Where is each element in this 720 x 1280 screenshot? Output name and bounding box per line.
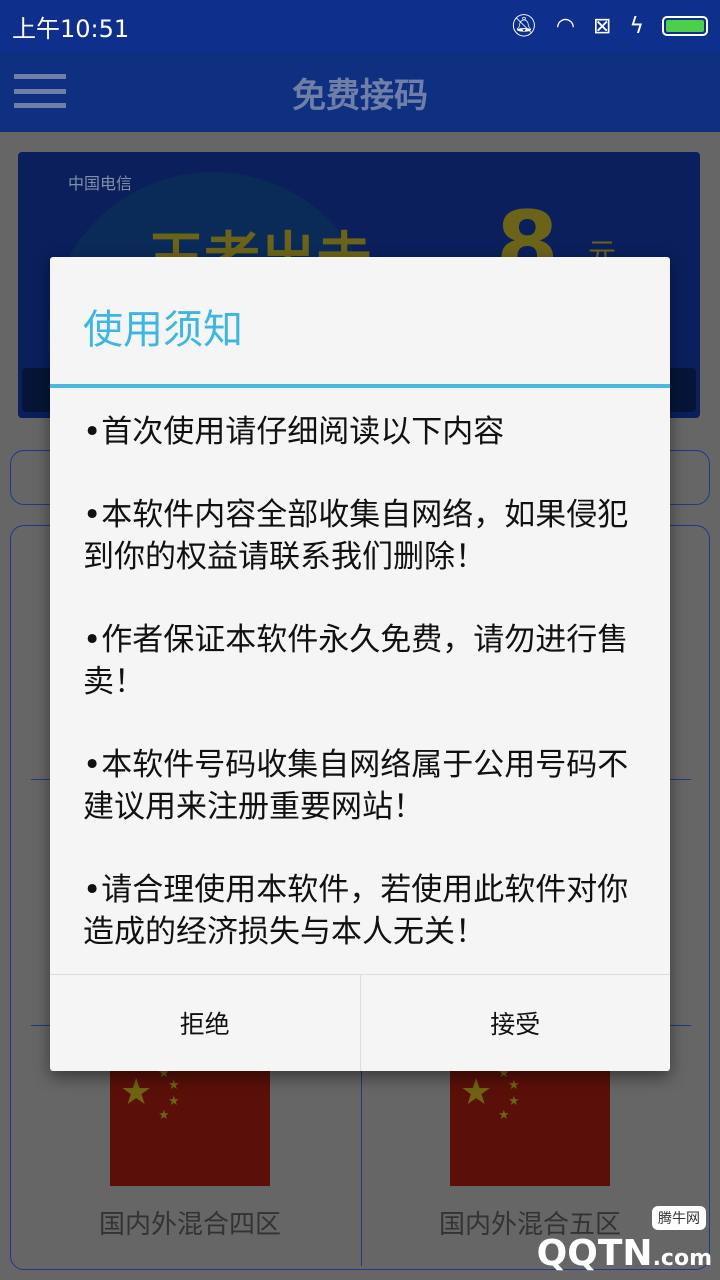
bell-muted-icon: 🔕︎ <box>509 13 538 39</box>
notice-paragraph: •作者保证本软件永久免费，请勿进行售卖！ <box>83 622 629 700</box>
china-flag-icon[interactable]: ★ ★ ★ ★ ★ <box>110 1066 270 1186</box>
watermark-logo: QQTN.com <box>536 1233 712 1274</box>
reject-button[interactable]: 拒绝 <box>50 975 360 1071</box>
accept-button[interactable]: 接受 <box>359 975 671 1071</box>
watermark-tag: 腾牛网 <box>652 1206 706 1230</box>
app-bar: 免费接码 <box>0 52 720 132</box>
app-title: 免费接码 <box>292 75 428 116</box>
notice-paragraph: •请合理使用本软件，若使用此软件对你造成的经济损失与本人无关！ <box>83 872 629 950</box>
china-flag-icon[interactable]: ★ ★ ★ ★ ★ <box>450 1066 610 1186</box>
sim-x-icon: ⊠ <box>593 13 612 39</box>
dialog-title: 使用须知 <box>83 307 243 353</box>
notice-paragraph: •本软件号码收集自网络属于公用号码不建议用来注册重要网站！ <box>83 747 629 825</box>
dialog-divider <box>50 384 670 388</box>
usage-notice-dialog: 使用须知 •首次使用请仔细阅读以下内容 •本软件内容全部收集自网络，如果侵犯到你… <box>50 257 670 1071</box>
banner-logo: 中国电信 <box>68 174 133 193</box>
hamburger-menu-icon[interactable] <box>14 74 66 108</box>
notice-paragraph: •首次使用请仔细阅读以下内容 <box>83 414 505 450</box>
notice-paragraph: •本软件内容全部收集自网络，如果侵犯到你的权益请联系我们删除！ <box>83 497 629 575</box>
dialog-body: •首次使用请仔细阅读以下内容 •本软件内容全部收集自网络，如果侵犯到你的权益请联… <box>83 411 653 994</box>
status-bar: 上午10:51 🔕︎ ◠ ⊠ ϟ <box>0 0 720 52</box>
region-label[interactable]: 国内外混合四区 <box>15 1204 365 1241</box>
wifi-icon: ◠ <box>555 13 576 39</box>
charging-icon: ϟ <box>629 13 644 39</box>
status-time: 上午10:51 <box>12 14 130 43</box>
battery-icon <box>662 16 708 36</box>
